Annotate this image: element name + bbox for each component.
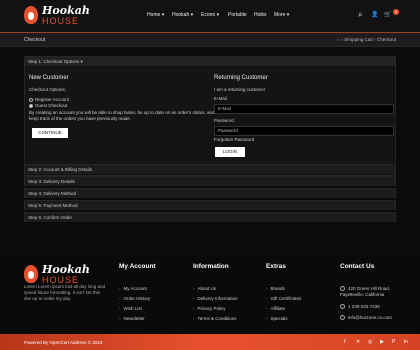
radio-icon (29, 98, 33, 102)
step-3-header[interactable]: Step 3: Delivery Details (25, 177, 395, 186)
breadcrumb: ⌂ › Shopping Cart › Checkout (337, 37, 396, 42)
footer-link-affiliate[interactable]: › Affiliate (266, 306, 285, 311)
step-5-header[interactable]: Step 5: Payment Method (25, 201, 395, 210)
x-twitter-icon[interactable]: ✕ (356, 339, 360, 345)
footer-bottom-bar: Powered By OpenCart Address © 2024 f ✕ ◎… (0, 334, 420, 350)
footer-my-account: My Account › My Account › Order History › W… (119, 263, 189, 321)
new-customer-heading: New Customer (29, 75, 69, 81)
guest-label: Guest Checkout (35, 103, 68, 108)
step-4-header[interactable]: Step 4: Delivery Method (25, 189, 395, 198)
register-account-radio[interactable]: Register Account (29, 97, 69, 102)
nav-more[interactable]: More ▾ (274, 12, 289, 18)
checkout-step-2[interactable]: Step 2: Account & Billing Details (24, 164, 396, 174)
footer-link-delivery-info[interactable]: › Delivery Information (193, 296, 238, 301)
brand-line1: Hookah (42, 4, 90, 17)
breadcrumb-trail[interactable]: › Shopping Cart › Checkout (341, 37, 396, 42)
footer-extras: Extras › Brands › Gift Certificates › Affil… (266, 263, 336, 321)
home-icon[interactable]: ⌂ (337, 37, 340, 42)
location-icon (340, 286, 345, 291)
linkedin-icon[interactable]: in (404, 339, 408, 345)
extras-heading: Extras (266, 263, 286, 270)
returning-customer-section: Returning Customer I am a returning cust… (214, 75, 396, 157)
search-icon[interactable]: ⌕ (358, 10, 362, 20)
returning-customer-sub: I am a returning customer (214, 87, 266, 92)
new-customer-info: By creating an account you will be able … (29, 110, 215, 121)
login-button[interactable]: LOGIN (215, 147, 245, 157)
information-heading: Information (193, 263, 229, 270)
email-label: E-Mail (214, 96, 227, 101)
footer-link-privacy-policy[interactable]: › Privacy Policy (193, 306, 226, 311)
footer-brand-line1: Hookah (42, 263, 90, 276)
register-label: Register Account (35, 97, 70, 102)
footer-link-order-history[interactable]: › Order History (119, 296, 150, 301)
footer-link-my-account[interactable]: › My Account (119, 286, 147, 291)
site-header: Hookah HOUSE Home ▾ Hookah ▾ Econo ▾ Por… (0, 0, 420, 32)
contact-phone[interactable]: 1 239-233-7438 (340, 304, 380, 310)
brand-logo[interactable]: Hookah HOUSE (24, 4, 90, 30)
password-field[interactable]: Password (214, 126, 394, 136)
phone-icon (340, 304, 345, 309)
footer-link-newsletter[interactable]: › Newsletter (119, 316, 145, 321)
cart-count-badge: 0 (393, 9, 399, 15)
checkout-step-3[interactable]: Step 3: Delivery Details (24, 176, 396, 186)
footer-link-wish-list[interactable]: › Wish List (119, 306, 142, 311)
step-6-header[interactable]: Step 6: Confirm Order (25, 213, 395, 222)
password-label: Password (214, 118, 234, 123)
nav-econo[interactable]: Econo ▾ (201, 12, 219, 18)
radio-selected-icon (29, 104, 33, 108)
footer-link-terms[interactable]: › Terms & Conditions (193, 316, 237, 321)
checkout-options-label: Checkout Options: (29, 87, 67, 92)
powered-by-text: Powered By OpenCart Address © 2024 (24, 340, 103, 345)
instagram-icon[interactable]: ◎ (368, 339, 372, 345)
checkout-step-1: Step 1: Checkout Options ▾ New Customer … (24, 56, 396, 176)
footer-about-text: Lorem Lorem ipsum lost all day long and … (24, 284, 106, 301)
cart-icon[interactable]: 🛒 (384, 11, 391, 18)
contact-email[interactable]: info@hurzone.co.com (340, 315, 392, 321)
checkout-step-5[interactable]: Step 5: Payment Method (24, 200, 396, 210)
email-field[interactable]: E-Mail (214, 104, 394, 114)
flame-icon (24, 265, 38, 283)
nav-portable[interactable]: Portable (228, 12, 247, 18)
footer-link-gift-certificates[interactable]: › Gift Certificates (266, 296, 301, 301)
footer-contact: Contact Us 420 Green Hill Road, Fayettev… (340, 263, 416, 320)
youtube-icon[interactable]: ▶ (380, 339, 384, 345)
checkout-step-4[interactable]: Step 4: Delivery Method (24, 188, 396, 198)
mail-icon (340, 315, 345, 320)
my-account-heading: My Account (119, 263, 156, 270)
brand-line2: HOUSE (42, 16, 80, 26)
footer-link-about-us[interactable]: › About Us (193, 286, 216, 291)
footer-link-brands[interactable]: › Brands (266, 286, 285, 291)
facebook-icon[interactable]: f (344, 339, 345, 345)
page-title: Checkout (24, 37, 46, 43)
contact-heading: Contact Us (340, 263, 375, 270)
continue-button[interactable]: CONTINUE (32, 128, 68, 138)
nav-hoiks[interactable]: Hoiks (254, 12, 267, 18)
site-footer: Hookah HOUSE Lorem Lorem ipsum lost all … (0, 254, 420, 334)
returning-customer-heading: Returning Customer (214, 75, 268, 81)
forgotten-password-link[interactable]: Forgotten Password (214, 137, 254, 143)
nav-hookah[interactable]: Hookah ▾ (172, 12, 193, 18)
footer-information: Information › About Us › Delivery Informat… (193, 263, 263, 321)
pinterest-icon[interactable]: P (392, 339, 395, 345)
nav-home[interactable]: Home ▾ (147, 12, 164, 18)
breadcrumb-bar: Checkout ⌂ › Shopping Cart › Checkout (0, 33, 420, 47)
guest-checkout-radio[interactable]: Guest Checkout (29, 103, 67, 108)
step-1-header[interactable]: Step 1: Checkout Options ▾ (25, 57, 395, 66)
new-customer-section: New Customer Checkout Options: Register … (29, 75, 219, 138)
checkout-step-6[interactable]: Step 6: Confirm Order (24, 212, 396, 222)
footer-link-specials[interactable]: › Specials (266, 316, 288, 321)
step-2-header[interactable]: Step 2: Account & Billing Details (25, 165, 395, 174)
contact-address: 420 Green Hill Road, Fayetteville, Calif… (340, 286, 391, 297)
user-icon[interactable]: 👤 (371, 11, 378, 18)
flame-icon (24, 6, 38, 24)
